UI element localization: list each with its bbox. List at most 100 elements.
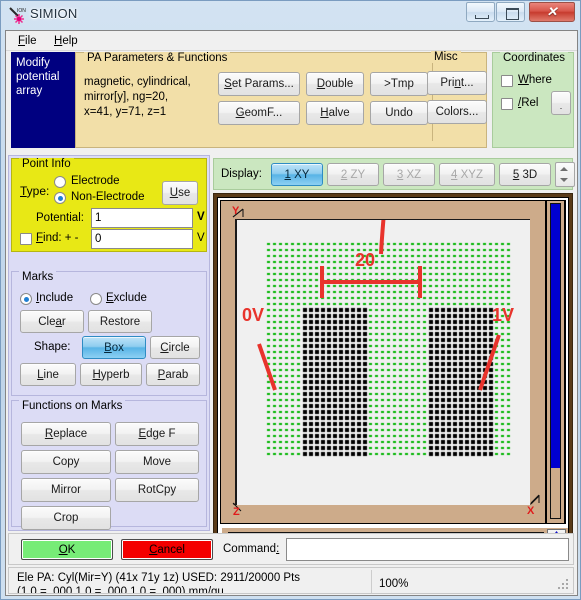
exclude-radio[interactable] — [90, 293, 102, 305]
command-label: Command: — [223, 543, 280, 555]
view-tab-3d[interactable]: 5 3D — [499, 163, 551, 186]
rotcpy-button[interactable]: RotCpy — [115, 478, 199, 502]
close-button[interactable]: ✕ — [529, 2, 575, 22]
minimize-button[interactable] — [466, 2, 495, 22]
marks-legend: Marks — [19, 271, 57, 283]
exclude-label[interactable]: Exclude — [106, 292, 147, 304]
view-xy-label: XY — [290, 168, 310, 181]
electrode-label[interactable]: Electrode — [71, 175, 120, 187]
ok-button[interactable]: OK — [21, 539, 113, 560]
cancel-label-rest: ancel — [157, 543, 185, 556]
axis-label-z: Z — [233, 506, 240, 518]
shape-circle-button[interactable]: Circle — [150, 336, 200, 359]
circle-label: ircle — [168, 341, 190, 354]
shape-box-button[interactable]: Box — [82, 336, 146, 359]
minimize-icon — [475, 15, 489, 19]
shape-line-button[interactable]: Line — [20, 363, 76, 386]
view-xyz-label: XYZ — [457, 168, 483, 181]
coord-dots-button[interactable]: . — [551, 91, 571, 115]
include-radio[interactable] — [20, 293, 32, 305]
crop-button[interactable]: Crop — [21, 506, 111, 530]
edge-f-label: dge F — [146, 428, 176, 440]
undo-button[interactable]: Undo — [370, 101, 428, 125]
status-bar: Ele PA: Cyl(Mir=Y) (41x 71y 1z) USED: 29… — [8, 567, 574, 594]
marks-group: Marks Include Exclude Clear Restore Shap… — [11, 271, 207, 396]
move-button[interactable]: Move — [115, 450, 199, 474]
electrode-radio[interactable] — [54, 176, 66, 188]
view-tab-zy[interactable]: 2 ZY — [327, 163, 379, 186]
set-params-button[interactable]: Set Params... — [218, 72, 300, 96]
use-button[interactable]: Use — [162, 181, 198, 205]
pa-point-grid[interactable] — [237, 220, 532, 506]
include-label[interactable]: Include — [36, 292, 73, 304]
display-label: Display: — [221, 168, 262, 180]
menu-item-help[interactable]: Help — [48, 34, 84, 48]
axis-label-y: Y — [232, 205, 240, 217]
where-label[interactable]: Where — [518, 74, 552, 86]
edge-f-button[interactable]: Edge F — [115, 422, 199, 446]
rel-checkbox[interactable] — [501, 98, 513, 110]
menu-item-file[interactable]: File — [12, 34, 43, 48]
move-label: Move — [142, 456, 172, 468]
menu-help-rest: elp — [62, 35, 78, 47]
hyperb-label: yperb — [100, 368, 130, 381]
maximize-button[interactable] — [496, 2, 525, 22]
exclude-label-rest: xclude — [113, 292, 147, 304]
spinner-down-icon[interactable] — [560, 178, 568, 182]
find-label[interactable]: Find: + - — [36, 232, 79, 244]
print-button[interactable]: Print... — [427, 71, 487, 95]
copy-button[interactable]: Copy — [21, 450, 111, 474]
geomf-label: eomF... — [244, 107, 283, 119]
display-strip: Display: 1 XY 2 ZY 3 XZ 4 XYZ 5 3D — [213, 158, 575, 190]
pa-view-panel: 20 0V 1V Y Z X — [213, 193, 573, 553]
mirror-button[interactable]: Mirror — [21, 478, 111, 502]
svg-text:ION: ION — [17, 8, 26, 14]
potential-input[interactable]: 1 — [91, 208, 193, 228]
clear-button[interactable]: Clear — [20, 310, 84, 333]
rel-label[interactable]: /Rel — [518, 97, 538, 109]
pa-vertical-scrollbar[interactable] — [547, 201, 564, 523]
potential-label: Potential: — [36, 212, 84, 224]
crop-label: Crop — [53, 512, 79, 524]
double-button[interactable]: Double — [306, 72, 364, 96]
pa-3d-frame: 20 0V 1V Y Z X — [221, 201, 545, 523]
replace-button[interactable]: Replace — [21, 422, 111, 446]
tmp-label: >Tmp — [384, 78, 414, 90]
non-electrode-label[interactable]: Non-Electrode — [71, 191, 145, 203]
functions-legend: Functions on Marks — [19, 400, 126, 412]
simion-window: ION SIMION ✕ File Help Modify potential … — [0, 0, 581, 600]
find-checkbox[interactable] — [20, 233, 32, 245]
misc-group: Misc Print... Colors... — [424, 51, 490, 148]
coord-dots-label: . — [559, 101, 563, 111]
view-xz-label: XZ — [403, 168, 422, 181]
view-tab-xy[interactable]: 1 XY — [271, 163, 323, 186]
where-checkbox[interactable] — [501, 75, 513, 87]
colors-label: Colors... — [435, 106, 479, 118]
vscroll-track[interactable] — [550, 203, 561, 519]
spinner-up-icon[interactable] — [560, 167, 568, 171]
pa-view-inner: 20 0V 1V Y Z X — [217, 197, 569, 549]
restore-button[interactable]: Restore — [88, 310, 152, 333]
view-spinner[interactable] — [555, 162, 575, 187]
pa-info-text: magnetic, cylindrical, mirror[y], ng=20,… — [84, 75, 224, 120]
vscroll-thumb[interactable] — [551, 204, 560, 468]
view-tab-xz[interactable]: 3 XZ — [383, 163, 435, 186]
non-electrode-radio[interactable] — [54, 192, 66, 204]
annotation-0v: 0V — [242, 305, 265, 325]
shape-hyperb-button[interactable]: Hyperb — [80, 363, 142, 386]
resize-grip[interactable] — [558, 579, 570, 591]
find-input[interactable]: 0 — [91, 229, 193, 249]
geomf-button[interactable]: GeomF... — [218, 101, 300, 125]
cancel-button[interactable]: Cancel — [121, 539, 213, 560]
point-info-group: Point Info Type: Electrode Non-Electrode… — [11, 158, 207, 252]
view-tab-xyz[interactable]: 4 XYZ — [439, 163, 495, 186]
command-input[interactable] — [286, 538, 569, 561]
status-text: Ele PA: Cyl(Mir=Y) (41x 71y 1z) USED: 29… — [17, 571, 367, 593]
shape-parab-button[interactable]: Parab — [146, 363, 200, 386]
tmp-button[interactable]: >Tmp — [370, 72, 428, 96]
menu-bar: File Help — [6, 31, 577, 51]
colors-button[interactable]: Colors... — [427, 100, 487, 124]
mode-banner: Modify potential array — [11, 52, 75, 148]
status-separator — [371, 570, 372, 593]
halve-button[interactable]: Halve — [306, 101, 364, 125]
